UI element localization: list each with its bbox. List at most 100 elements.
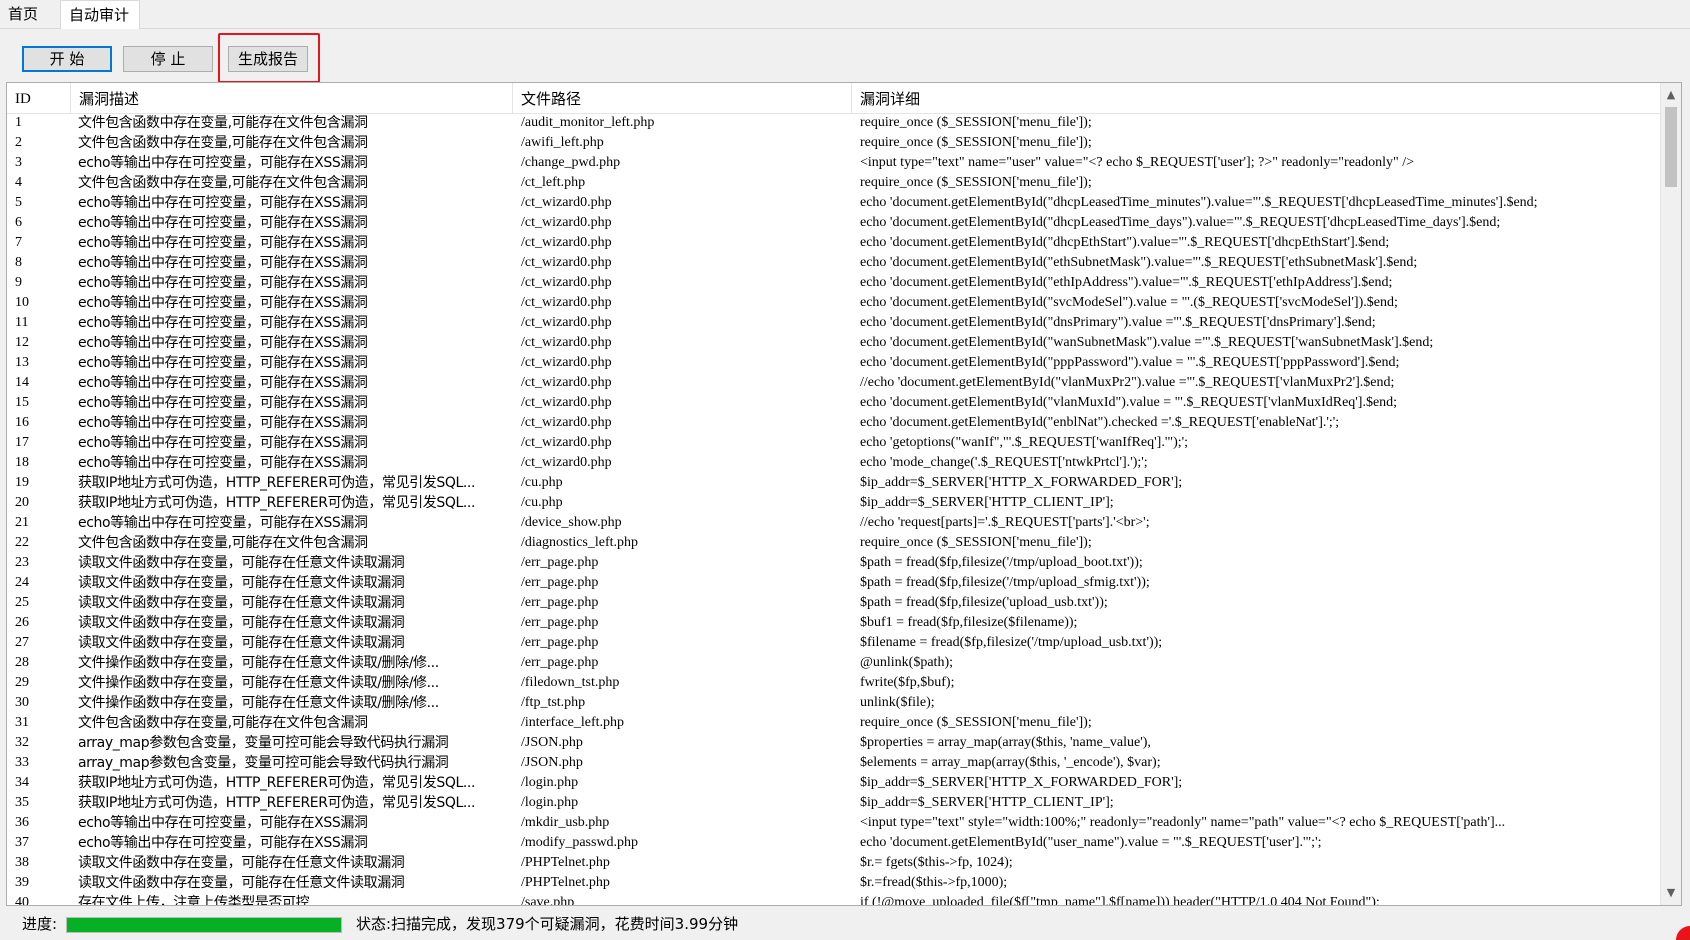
table-row[interactable]: 39 读取文件函数中存在变量，可能存在任意文件读取漏洞/PHPTelnet.php… bbox=[7, 873, 1661, 893]
cell-description: 文件包含函数中存在变量,可能存在文件包含漏洞 bbox=[78, 115, 368, 131]
table-row[interactable]: 15 echo等输出中存在可控变量，可能存在XSS漏洞/ct_wizard0.ph… bbox=[7, 393, 1661, 413]
table-row[interactable]: 19 获取IP地址方式可伪造，HTTP_REFERER可伪造，常见引发SQL...… bbox=[7, 473, 1661, 493]
table-row[interactable]: 17 echo等输出中存在可控变量，可能存在XSS漏洞/ct_wizard0.ph… bbox=[7, 433, 1661, 453]
cell-detail: $path = fread($fp,filesize('/tmp/upload_… bbox=[860, 575, 1150, 590]
table-row[interactable]: 6 echo等输出中存在可控变量，可能存在XSS漏洞/ct_wizard0.php… bbox=[7, 213, 1661, 233]
table-row[interactable]: 40 存在文件上传，注意上传类型是否可控/save.php if (!@move_u… bbox=[7, 893, 1661, 906]
start-button[interactable]: 开 始 bbox=[22, 46, 112, 72]
tab-home[interactable]: 首页 bbox=[0, 2, 56, 27]
table-row[interactable]: 27 读取文件函数中存在变量，可能存在任意文件读取漏洞/err_page.php $… bbox=[7, 633, 1661, 653]
table-row[interactable]: 24 读取文件函数中存在变量，可能存在任意文件读取漏洞/err_page.php $… bbox=[7, 573, 1661, 593]
table-row[interactable]: 12 echo等输出中存在可控变量，可能存在XSS漏洞/ct_wizard0.ph… bbox=[7, 333, 1661, 353]
table-row[interactable]: 10 echo等输出中存在可控变量，可能存在XSS漏洞/ct_wizard0.ph… bbox=[7, 293, 1661, 313]
table-row[interactable]: 14 echo等输出中存在可控变量，可能存在XSS漏洞/ct_wizard0.ph… bbox=[7, 373, 1661, 393]
table-row[interactable]: 31 文件包含函数中存在变量,可能存在文件包含漏洞/interface_left.… bbox=[7, 713, 1661, 733]
cell-id: 36 bbox=[15, 815, 29, 830]
cell-id: 24 bbox=[15, 575, 29, 590]
table-row[interactable]: 20 获取IP地址方式可伪造，HTTP_REFERER可伪造，常见引发SQL...… bbox=[7, 493, 1661, 513]
cell-id: 31 bbox=[15, 715, 29, 730]
cell-description: echo等输出中存在可控变量，可能存在XSS漏洞 bbox=[78, 815, 368, 831]
table-row[interactable]: 4 文件包含函数中存在变量,可能存在文件包含漏洞/ct_left.php requi… bbox=[7, 173, 1661, 193]
cell-description: 获取IP地址方式可伪造，HTTP_REFERER可伪造，常见引发SQL... bbox=[78, 795, 476, 811]
cell-file-path: /ct_wizard0.php bbox=[521, 255, 612, 270]
generate-report-button[interactable]: 生成报告 bbox=[228, 46, 308, 72]
cell-detail: echo 'mode_change('.$_REQUEST['ntwkPrtcl… bbox=[860, 455, 1148, 470]
cell-detail: require_once ($_SESSION['menu_file']); bbox=[860, 115, 1092, 130]
table-row[interactable]: 16 echo等输出中存在可控变量，可能存在XSS漏洞/ct_wizard0.ph… bbox=[7, 413, 1661, 433]
column-header-file-path[interactable]: 文件路径 bbox=[513, 83, 852, 113]
cell-detail: require_once ($_SESSION['menu_file']); bbox=[860, 715, 1092, 730]
table-row[interactable]: 13 echo等输出中存在可控变量，可能存在XSS漏洞/ct_wizard0.ph… bbox=[7, 353, 1661, 373]
table-row[interactable]: 33 array_map参数包含变量，变量可控可能会导致代码执行漏洞/JSON.p… bbox=[7, 753, 1661, 773]
cell-detail: echo 'document.getElementById("ethSubnet… bbox=[860, 255, 1418, 270]
cell-description: echo等输出中存在可控变量，可能存在XSS漏洞 bbox=[78, 235, 368, 251]
cell-file-path: /err_page.php bbox=[521, 575, 599, 590]
cell-file-path: /cu.php bbox=[521, 495, 563, 510]
progress-label: 进度: bbox=[22, 915, 58, 933]
table-row[interactable]: 22 文件包含函数中存在变量,可能存在文件包含漏洞/diagnostics_lef… bbox=[7, 533, 1661, 553]
cell-id: 19 bbox=[15, 475, 29, 490]
table-row[interactable]: 1 文件包含函数中存在变量,可能存在文件包含漏洞/audit_monitor_le… bbox=[7, 113, 1661, 133]
cell-detail: echo 'document.getElementById("enblNat")… bbox=[860, 415, 1340, 430]
cell-id: 22 bbox=[15, 535, 29, 550]
table-row[interactable]: 32 array_map参数包含变量，变量可控可能会导致代码执行漏洞/JSON.p… bbox=[7, 733, 1661, 753]
table-row[interactable]: 38 读取文件函数中存在变量，可能存在任意文件读取漏洞/PHPTelnet.php… bbox=[7, 853, 1661, 873]
table-row[interactable]: 11 echo等输出中存在可控变量，可能存在XSS漏洞/ct_wizard0.ph… bbox=[7, 313, 1661, 333]
scrollbar-thumb[interactable] bbox=[1665, 107, 1677, 187]
tab-auto-audit[interactable]: 自动审计 bbox=[60, 0, 140, 29]
cell-description: echo等输出中存在可控变量，可能存在XSS漏洞 bbox=[78, 355, 368, 371]
table-row[interactable]: 29 文件操作函数中存在变量，可能存在任意文件读取/删除/修... /filedow… bbox=[7, 673, 1661, 693]
cell-file-path: /awifi_left.php bbox=[521, 135, 604, 150]
cell-id: 37 bbox=[15, 835, 29, 850]
table-row[interactable]: 37 echo等输出中存在可控变量，可能存在XSS漏洞/modify_passwd… bbox=[7, 833, 1661, 853]
cell-id: 38 bbox=[15, 855, 29, 870]
progress-fill bbox=[67, 918, 341, 932]
table-row[interactable]: 8 echo等输出中存在可控变量，可能存在XSS漏洞/ct_wizard0.php… bbox=[7, 253, 1661, 273]
table-row[interactable]: 23 读取文件函数中存在变量，可能存在任意文件读取漏洞/err_page.php $… bbox=[7, 553, 1661, 573]
cell-file-path: /filedown_tst.php bbox=[521, 675, 620, 690]
table-row[interactable]: 5 echo等输出中存在可控变量，可能存在XSS漏洞/ct_wizard0.php… bbox=[7, 193, 1661, 213]
cell-file-path: /ct_wizard0.php bbox=[521, 355, 612, 370]
column-header-id[interactable]: ID bbox=[7, 83, 71, 113]
cell-id: 15 bbox=[15, 395, 29, 410]
table-row[interactable]: 34 获取IP地址方式可伪造，HTTP_REFERER可伪造，常见引发SQL...… bbox=[7, 773, 1661, 793]
vertical-scrollbar[interactable]: ▲ ▼ bbox=[1660, 83, 1681, 905]
cell-description: 读取文件函数中存在变量，可能存在任意文件读取漏洞 bbox=[78, 615, 405, 631]
cell-id: 23 bbox=[15, 555, 29, 570]
cell-file-path: /ct_wizard0.php bbox=[521, 195, 612, 210]
chevron-down-icon[interactable]: ▼ bbox=[1661, 883, 1681, 903]
table-row[interactable]: 9 echo等输出中存在可控变量，可能存在XSS漏洞/ct_wizard0.php… bbox=[7, 273, 1661, 293]
cell-file-path: /ct_left.php bbox=[521, 175, 586, 190]
cell-file-path: /save.php bbox=[521, 895, 575, 906]
cell-description: 读取文件函数中存在变量，可能存在任意文件读取漏洞 bbox=[78, 575, 405, 591]
cell-file-path: /ct_wizard0.php bbox=[521, 395, 612, 410]
column-header-detail[interactable]: 漏洞详细 bbox=[852, 83, 1661, 113]
cell-detail: $r.= fgets($this->fp, 1024); bbox=[860, 855, 1013, 870]
cell-id: 30 bbox=[15, 695, 29, 710]
cell-detail: $ip_addr=$_SERVER['HTTP_X_FORWARDED_FOR'… bbox=[860, 775, 1183, 790]
table-row[interactable]: 36 echo等输出中存在可控变量，可能存在XSS漏洞/mkdir_usb.php… bbox=[7, 813, 1661, 833]
table-row[interactable]: 26 读取文件函数中存在变量，可能存在任意文件读取漏洞/err_page.php $… bbox=[7, 613, 1661, 633]
cell-id: 18 bbox=[15, 455, 29, 470]
table-row[interactable]: 3 echo等输出中存在可控变量，可能存在XSS漏洞/change_pwd.php… bbox=[7, 153, 1661, 173]
cell-id: 35 bbox=[15, 795, 29, 810]
table-row[interactable]: 7 echo等输出中存在可控变量，可能存在XSS漏洞/ct_wizard0.php… bbox=[7, 233, 1661, 253]
table-row[interactable]: 30 文件操作函数中存在变量，可能存在任意文件读取/删除/修... /ftp_tst… bbox=[7, 693, 1661, 713]
table-row[interactable]: 18 echo等输出中存在可控变量，可能存在XSS漏洞/ct_wizard0.ph… bbox=[7, 453, 1661, 473]
chevron-up-icon[interactable]: ▲ bbox=[1661, 85, 1681, 105]
vulnerability-list[interactable]: ID 漏洞描述 文件路径 漏洞详细 1 文件包含函数中存在变量,可能存在文件包含漏… bbox=[6, 82, 1682, 906]
table-row[interactable]: 21 echo等输出中存在可控变量，可能存在XSS漏洞/device_show.p… bbox=[7, 513, 1661, 533]
cell-detail: require_once ($_SESSION['menu_file']); bbox=[860, 535, 1092, 550]
stop-button[interactable]: 停 止 bbox=[123, 46, 213, 72]
table-row[interactable]: 35 获取IP地址方式可伪造，HTTP_REFERER可伪造，常见引发SQL...… bbox=[7, 793, 1661, 813]
cell-description: 读取文件函数中存在变量，可能存在任意文件读取漏洞 bbox=[78, 595, 405, 611]
table-row[interactable]: 28 文件操作函数中存在变量，可能存在任意文件读取/删除/修... /err_pag… bbox=[7, 653, 1661, 673]
table-row[interactable]: 25 读取文件函数中存在变量，可能存在任意文件读取漏洞/err_page.php $… bbox=[7, 593, 1661, 613]
column-header-description[interactable]: 漏洞描述 bbox=[71, 83, 513, 113]
cell-detail: echo 'document.getElementById("dhcpLease… bbox=[860, 215, 1501, 230]
list-header: ID 漏洞描述 文件路径 漏洞详细 bbox=[7, 83, 1661, 114]
cell-description: echo等输出中存在可控变量，可能存在XSS漏洞 bbox=[78, 435, 368, 451]
table-row[interactable]: 2 文件包含函数中存在变量,可能存在文件包含漏洞/awifi_left.php re… bbox=[7, 133, 1661, 153]
cell-description: echo等输出中存在可控变量，可能存在XSS漏洞 bbox=[78, 215, 368, 231]
cell-file-path: /ct_wizard0.php bbox=[521, 295, 612, 310]
